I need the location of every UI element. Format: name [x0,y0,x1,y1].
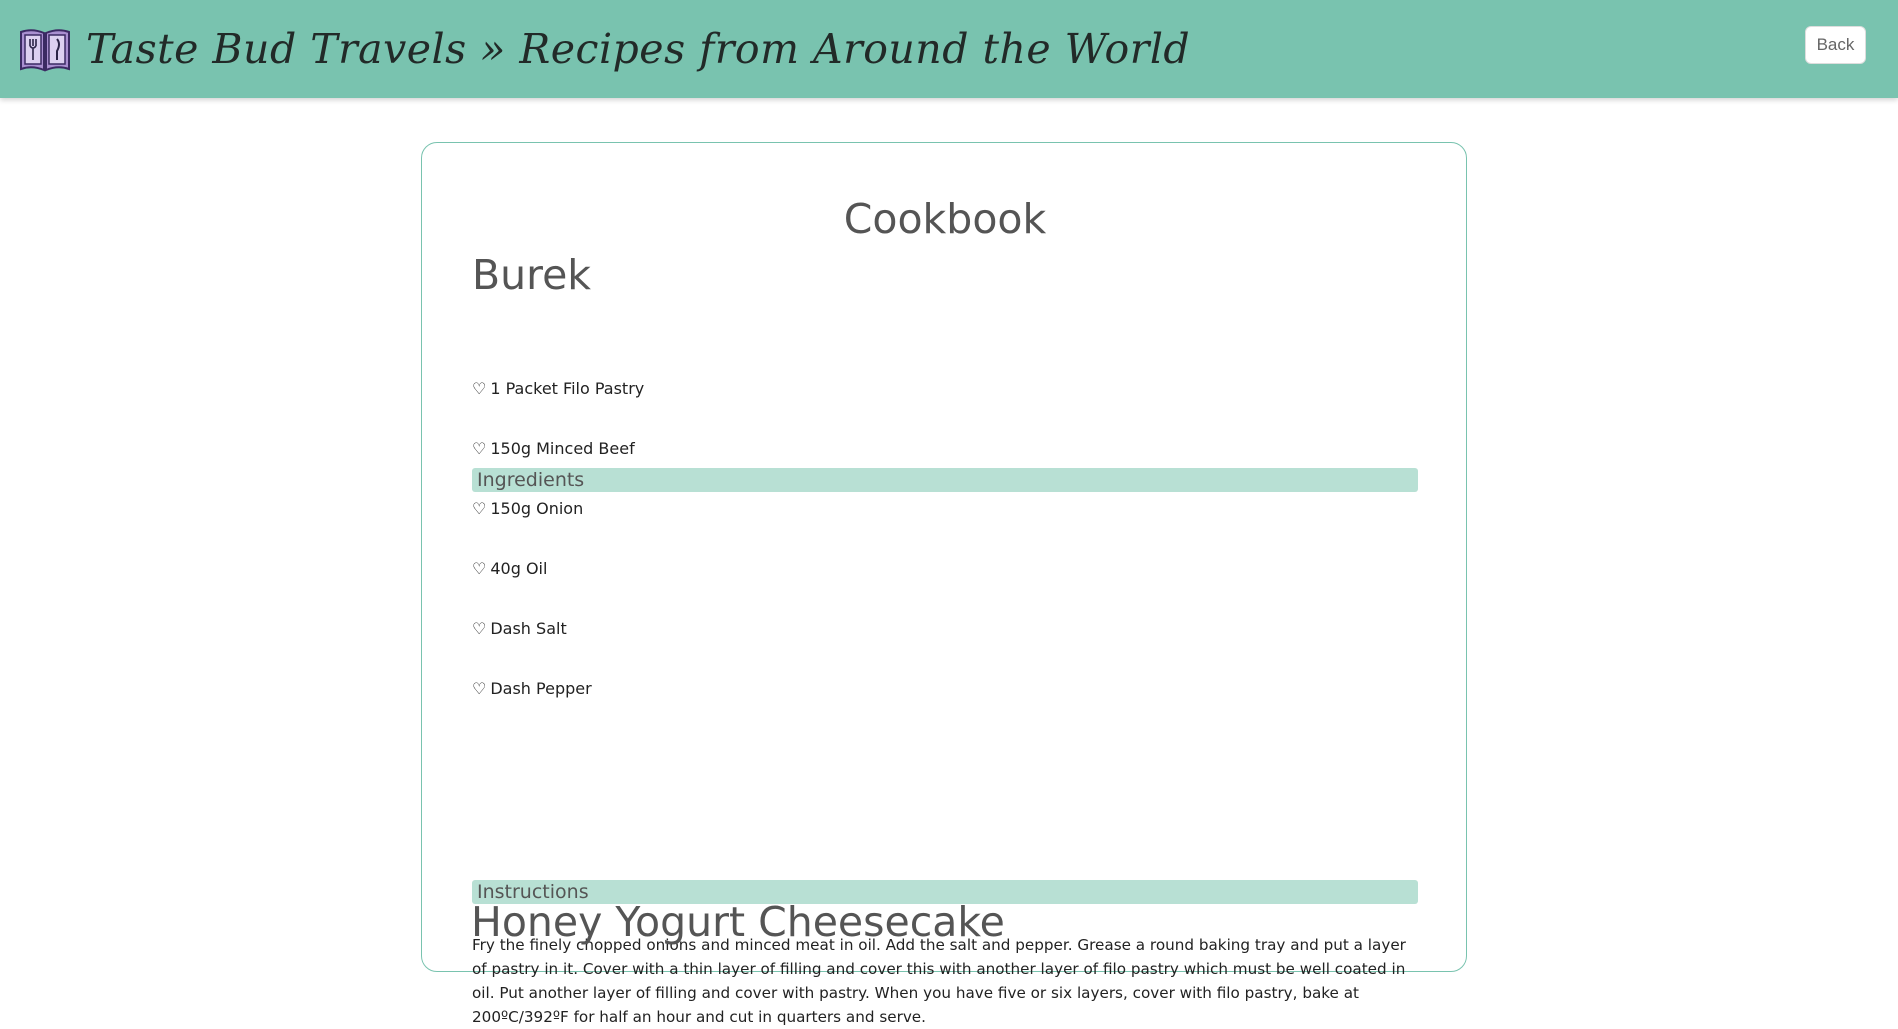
heart-icon: ♡ [472,679,487,698]
ingredient-item: ♡ 40g Oil [472,555,644,615]
page-title: Cookbook [843,195,1047,243]
ingredient-label: 150g Onion [490,499,584,518]
heart-icon: ♡ [472,619,487,638]
ingredient-label: 150g Minced Beef [490,439,635,458]
cookbook-card: Cookbook Burek Ingredients ♡ 1 Packet Fil… [421,142,1467,1026]
back-button[interactable]: Back [1805,26,1866,64]
heart-icon: ♡ [472,499,487,518]
brand: Taste Bud Travels » Recipes from Around … [18,22,1190,76]
recipe-title: Honey Yogurt Cheesecake [471,898,1005,946]
recipe-book-icon [20,29,70,72]
ingredient-item: ♡ 1 Packet Filo Pastry [472,375,644,435]
ingredient-item: ♡ Dash Salt [472,615,644,675]
ingredients-list: ♡ 1 Packet Filo Pastry ♡ 150g Minced Beef … [472,375,644,735]
ingredient-item: ♡ 150g Minced Beef [472,435,644,495]
ingredient-label: 40g Oil [490,559,548,578]
ingredient-item: ♡ Dash Pepper [472,675,644,735]
ingredient-label: 1 Packet Filo Pastry [490,379,645,398]
recipe-title: Burek [472,251,592,299]
top-navbar: Taste Bud Travels » Recipes from Around … [0,0,1898,98]
site-title: Taste Bud Travels » Recipes from Around … [86,25,1191,73]
ingredient-item: ♡ 150g Onion [472,495,644,555]
heart-icon: ♡ [472,439,487,458]
ingredient-label: Dash Salt [490,619,567,638]
heart-icon: ♡ [472,379,487,398]
heart-icon: ♡ [472,559,487,578]
ingredient-label: Dash Pepper [490,679,592,698]
